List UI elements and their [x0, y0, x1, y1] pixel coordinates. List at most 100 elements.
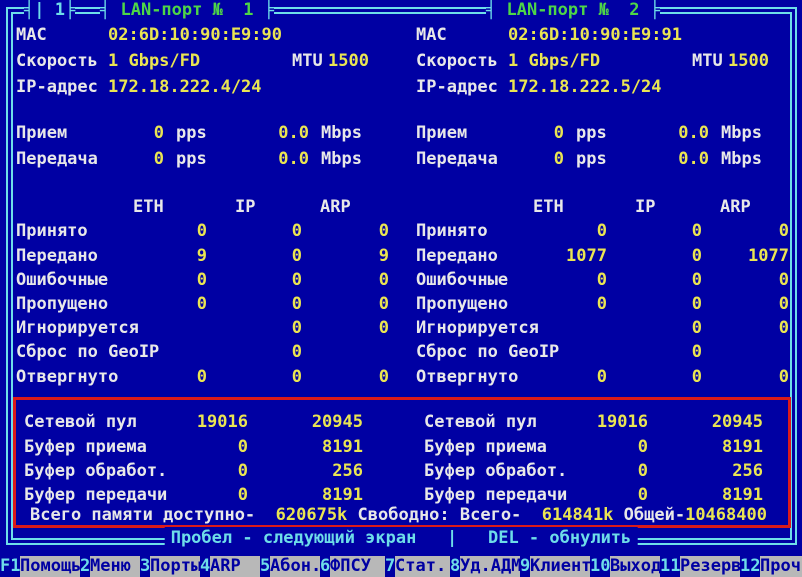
status-hint-bar: Пробел - следующий экран | DEL - обнулит…: [165, 527, 638, 549]
stat-row-ignored: Игнорируется 0 0: [414, 317, 802, 339]
buffer-row-rx: Буфер приема 0 8191: [14, 436, 406, 458]
tx-rate-row: Передача 0 pps 0.0 Mbps: [414, 148, 802, 170]
mbps-unit: Mbps: [721, 122, 762, 144]
fkey-help[interactable]: F1Помощь: [0, 556, 80, 577]
tx-mbps-value: 0.0: [239, 148, 309, 170]
fkey-exit[interactable]: 10Выход: [590, 556, 660, 577]
buffer-row-net-pool: Сетевой пул 19016 20945: [14, 411, 406, 433]
buffer-used-value: 19016: [178, 411, 248, 433]
mtu-value: 1500: [728, 50, 769, 72]
buffer-total-value: 8191: [293, 436, 363, 458]
fkey-abon[interactable]: 5Абон.: [260, 556, 320, 577]
stat-eth-value: 0: [537, 293, 607, 315]
ip-row: IP-адрес 172.18.222.4/24: [14, 76, 406, 98]
eth-column-header: ETH: [133, 196, 164, 218]
speed-value: 1 Gbps/FD: [508, 50, 600, 72]
fkey-menu[interactable]: 2Меню: [80, 556, 140, 577]
table-header-row: ETH IP ARP: [414, 196, 802, 218]
stat-row-errors: Ошибочные 0 0 0: [14, 269, 406, 291]
function-key-bar: F1Помощь 2Меню 3Порты 4ARP 5Абон. 6ФПСУ …: [0, 556, 802, 577]
stat-arp-value: 1077: [719, 245, 789, 267]
buffer-label: Буфер передачи: [424, 484, 567, 506]
fkey-label: Порты: [150, 556, 200, 577]
fkey-number: 3: [140, 556, 150, 577]
mtu-label: MTU: [292, 50, 323, 72]
buffer-total-value: 8191: [693, 436, 763, 458]
stat-label: Отвергнуто: [16, 366, 118, 388]
buffer-row-net-pool: Сетевой пул 19016 20945: [414, 411, 802, 433]
buffer-used-value: 0: [578, 460, 648, 482]
buffer-used-value: 0: [178, 460, 248, 482]
fkey-ports[interactable]: 3Порты: [140, 556, 200, 577]
stat-row-skipped: Пропущено 0 0 0: [414, 293, 802, 315]
buffer-used-value: 0: [578, 436, 648, 458]
buffer-row-proc: Буфер обработ. 0 256: [14, 460, 406, 482]
stat-row-received: Принято 0 0 0: [14, 220, 406, 242]
tx-label: Передача: [416, 148, 498, 170]
stat-arp-value: 0: [719, 293, 789, 315]
stat-row-rejected: Отвергнуто 0 0 0: [14, 366, 406, 388]
stat-label: Сброс по GeoIP: [416, 341, 559, 363]
stat-row-skipped: Пропущено 0 0 0: [14, 293, 406, 315]
stat-eth-value: 0: [137, 366, 207, 388]
memory-summary-line: Всего памяти доступно- 620675k Свободно:…: [30, 504, 767, 526]
buffer-row-proc: Буфер обработ. 0 256: [414, 460, 802, 482]
rx-mbps-value: 0.0: [239, 122, 309, 144]
fkey-remote-admin[interactable]: 8Уд.АДМ: [450, 556, 520, 577]
memory-total-label: Всего памяти доступно-: [30, 505, 255, 525]
mbps-unit: Mbps: [321, 122, 362, 144]
stat-row-rejected: Отвергнуто 0 0 0: [414, 366, 802, 388]
rx-label: Прием: [416, 122, 467, 144]
stat-ip-value: 0: [632, 269, 702, 291]
mac-row: MAC 02:6D:10:90:E9:91: [414, 24, 802, 46]
mtu-label: MTU: [692, 50, 723, 72]
rx-rate-row: Прием 0 pps 0.0 Mbps: [14, 122, 406, 144]
stat-arp-value: 0: [319, 366, 389, 388]
stat-label: Принято: [16, 220, 88, 242]
buffer-used-value: 0: [178, 436, 248, 458]
fkey-number: 10: [590, 556, 610, 577]
buffer-row-tx: Буфер передачи 0 8191: [14, 484, 406, 506]
fkey-arp[interactable]: 4ARP: [200, 556, 260, 577]
mac-row: MAC 02:6D:10:90:E9:90: [14, 24, 406, 46]
stat-label: Отвергнуто: [416, 366, 518, 388]
stat-arp-value: 0: [319, 317, 389, 339]
buffer-row-rx: Буфер приема 0 8191: [414, 436, 802, 458]
stat-eth-value: 0: [537, 220, 607, 242]
stat-row-ignored: Игнорируется 0 0: [14, 317, 406, 339]
speed-row: Скорость 1 Gbps/FD MTU 1500: [14, 50, 406, 72]
fkey-client[interactable]: 9Клиент: [520, 556, 590, 577]
tx-pps-value: 0: [494, 148, 564, 170]
buffer-total-value: 20945: [293, 411, 363, 433]
fkey-label: Стат.: [395, 556, 450, 577]
buffer-row-tx: Буфер передачи 0 8191: [414, 484, 802, 506]
mac-value: 02:6D:10:90:E9:90: [108, 24, 282, 46]
fkey-reserve[interactable]: 11Резерв: [660, 556, 740, 577]
stat-row-transmitted: Передано 9 0 9: [14, 245, 406, 267]
arp-column-header: ARP: [320, 196, 351, 218]
buffer-label: Сетевой пул: [424, 411, 537, 433]
stat-eth-value: 0: [537, 366, 607, 388]
fkey-misc[interactable]: 12Проч.: [740, 556, 802, 577]
stat-arp-value: 0: [719, 220, 789, 242]
tx-mbps-value: 0.0: [639, 148, 709, 170]
table-header-row: ETH IP ARP: [14, 196, 406, 218]
stat-eth-value: 9: [137, 245, 207, 267]
pps-unit: pps: [576, 148, 607, 170]
stat-ip-value: 0: [232, 269, 302, 291]
lan-port-2-panel: MAC 02:6D:10:90:E9:91 Скорость 1 Gbps/FD…: [414, 0, 802, 577]
stat-ip-value: 0: [232, 366, 302, 388]
fkey-number: 9: [520, 556, 530, 577]
rx-label: Прием: [16, 122, 67, 144]
stat-ip-value: 0: [232, 293, 302, 315]
stat-row-received: Принято 0 0 0: [414, 220, 802, 242]
stat-row-errors: Ошибочные 0 0 0: [414, 269, 802, 291]
buffer-label: Сетевой пул: [24, 411, 137, 433]
stat-eth-value: 0: [137, 293, 207, 315]
fkey-fpsu[interactable]: 6ФПСУ: [320, 556, 385, 577]
stat-label: Сброс по GeoIP: [16, 341, 159, 363]
stat-label: Игнорируется: [16, 317, 139, 339]
stat-eth-value: 0: [537, 269, 607, 291]
fkey-stat[interactable]: 7Стат.: [385, 556, 450, 577]
fkey-number: 7: [385, 556, 395, 577]
